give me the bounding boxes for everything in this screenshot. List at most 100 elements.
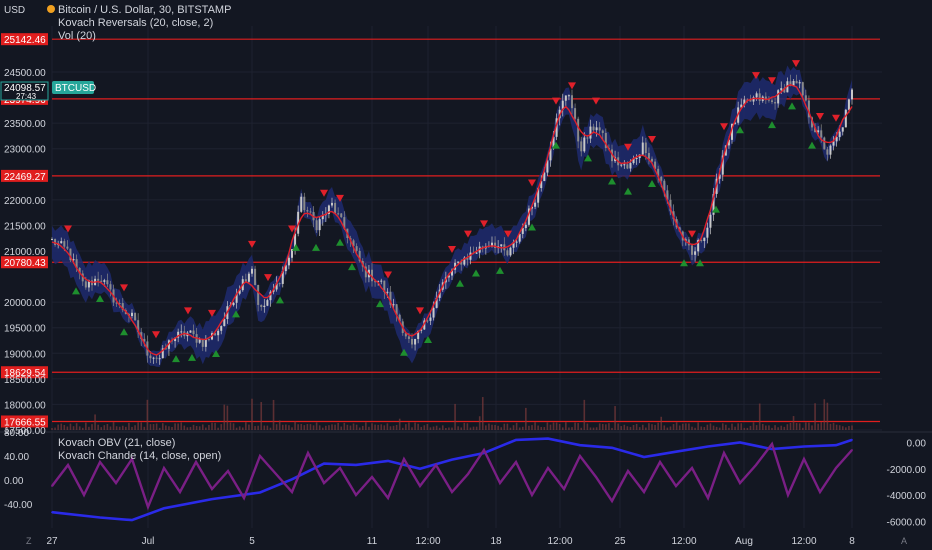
volume-bar — [368, 426, 370, 430]
volume-bar — [749, 425, 752, 430]
candle-body — [780, 88, 783, 91]
candle-body — [334, 202, 337, 214]
volume-bar — [177, 423, 179, 430]
volume-bar — [291, 427, 293, 430]
volume-bar — [571, 427, 573, 430]
symbol-tag: BTCUSD — [55, 83, 96, 94]
chande-point — [451, 491, 453, 493]
volume-bar — [632, 425, 635, 430]
chart-canvas[interactable]: 25142.4623974.9622469.2720780.4318629.54… — [0, 0, 932, 550]
candle-body — [644, 142, 647, 154]
indicator-volume-label[interactable]: Vol (20) — [58, 30, 96, 42]
candle-body — [54, 239, 57, 245]
candle-body — [694, 251, 697, 255]
volume-bar — [328, 425, 330, 430]
indicator-chande-label[interactable]: Kovach Chande (14, close, open) — [58, 450, 221, 462]
volume-bar — [725, 424, 727, 430]
candle-body — [838, 131, 841, 137]
volume-bar — [51, 427, 53, 430]
candle-body — [491, 242, 493, 246]
volume-bar — [146, 399, 149, 430]
candle-body — [509, 247, 512, 256]
candle-body — [340, 213, 343, 218]
auto-scale-button[interactable]: A — [901, 536, 907, 546]
volume-bar — [432, 426, 435, 430]
volume-bar — [358, 427, 361, 430]
obv-point — [835, 444, 837, 447]
candle-body — [217, 330, 220, 336]
volume-bar — [605, 424, 607, 430]
volume-bar — [140, 422, 143, 430]
indicator-reversals-label[interactable]: Kovach Reversals (20, close, 2) — [58, 17, 213, 29]
volume-bar — [577, 423, 579, 430]
time-axis-tick: 5 — [249, 536, 255, 547]
candle-body — [801, 82, 804, 96]
volume-bar — [743, 427, 746, 430]
volume-bar — [795, 423, 798, 430]
volume-bar — [100, 427, 103, 430]
time-axis-tick: 11 — [367, 536, 378, 547]
candle-body — [278, 283, 281, 285]
candle-body — [223, 319, 226, 327]
candle-body — [580, 141, 583, 152]
candle-body — [407, 336, 410, 339]
candle-body — [635, 157, 638, 159]
candle-body — [524, 224, 527, 229]
volume-bar — [774, 425, 776, 430]
chande-point — [67, 464, 69, 466]
volume-bar — [309, 424, 312, 430]
volume-bar — [63, 425, 66, 430]
volume-bar — [558, 423, 561, 430]
time-axis-tick: 27 — [46, 536, 58, 547]
chande-point — [739, 482, 741, 484]
candle-body — [829, 145, 832, 155]
candle-body — [257, 284, 260, 305]
volume-bar — [678, 425, 681, 430]
level-tag-label: 22469.27 — [4, 172, 46, 183]
chart-title: Bitcoin / U.S. Dollar, 30, BITSTAMP — [58, 4, 231, 16]
chande-point — [371, 476, 373, 478]
volume-bar — [478, 416, 481, 430]
volume-bar — [275, 424, 278, 430]
chande-point — [611, 500, 613, 502]
zoom-button[interactable]: Z — [26, 536, 32, 546]
volume-bar — [838, 425, 841, 430]
candle-body — [755, 93, 758, 98]
obv-point — [211, 498, 213, 500]
indicator-obv-label[interactable]: Kovach OBV (21, close) — [58, 437, 175, 449]
volume-bar — [131, 426, 133, 430]
candle-body — [515, 241, 518, 243]
volume-bar — [755, 425, 758, 430]
chande-point — [115, 482, 117, 484]
volume-bar — [466, 423, 469, 430]
volume-bar — [401, 427, 404, 430]
volume-bar — [540, 426, 543, 430]
volume-bar — [380, 424, 383, 430]
bitcoin-icon — [47, 5, 55, 13]
candle-body — [201, 339, 204, 347]
time-axis-tick: 12:00 — [671, 536, 696, 547]
candle-body — [660, 176, 663, 181]
candle-body — [475, 252, 478, 254]
candle-body — [149, 355, 152, 359]
obv-point — [387, 460, 389, 462]
volume-bar — [417, 423, 419, 430]
volume-bar — [251, 398, 253, 430]
chande-point — [579, 455, 581, 457]
volume-bar — [392, 425, 395, 430]
price-axis-tick: 22000.00 — [4, 196, 46, 207]
volume-bar — [657, 422, 659, 430]
chande-point — [803, 458, 805, 460]
candle-body — [534, 202, 537, 207]
volume-bar — [395, 424, 398, 430]
volume-bar — [715, 426, 718, 430]
currency-label: USD — [4, 5, 25, 16]
chande-point — [659, 461, 661, 463]
volume-bar — [586, 423, 589, 430]
obv-point — [707, 445, 709, 448]
volume-bar — [635, 423, 638, 430]
volume-bar — [851, 425, 853, 430]
candle-body — [198, 339, 201, 343]
chande-point — [51, 485, 53, 487]
time-axis-tick: Jul — [142, 536, 155, 547]
